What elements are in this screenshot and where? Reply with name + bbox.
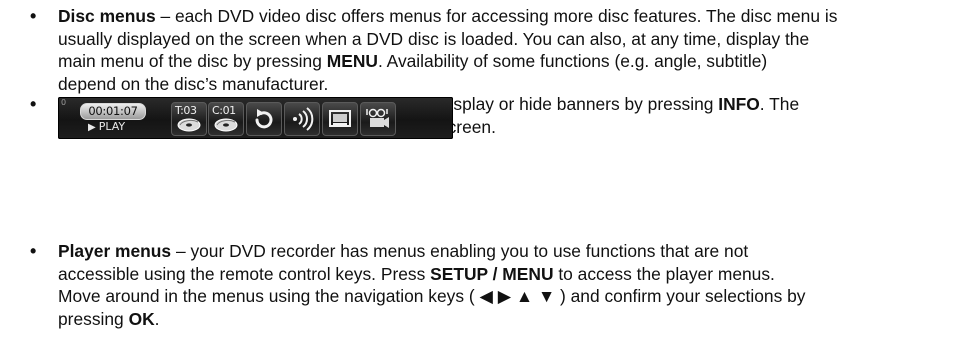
text-line: pressing OK. xyxy=(58,308,948,331)
manual-page: • Disc menus – each DVD video disc offer… xyxy=(0,0,964,351)
text-run: accessible using the remote control keys… xyxy=(58,263,431,284)
play-status: ▶ PLAY xyxy=(88,120,125,133)
text-line: usually displayed on the screen when a D… xyxy=(58,28,948,51)
play-status-label: PLAY xyxy=(98,120,126,133)
text-run: – your DVD recorder has menus enabling y… xyxy=(171,241,749,261)
text-run: . Availability of some functions (e.g. a… xyxy=(377,51,768,71)
bullet-text: Player menus – your DVD recorder has men… xyxy=(58,240,948,330)
text-run: pressing xyxy=(58,308,129,329)
time-display: 00:01:07 ▶ PLAY xyxy=(76,102,169,133)
elapsed-time: 00:01:07 xyxy=(80,103,146,120)
text-line: main menu of the disc by pressing MENU. … xyxy=(58,50,948,73)
text-line: depend on the disc’s manufacturer. xyxy=(58,73,948,96)
text-run: to access the player menus. xyxy=(553,263,775,284)
text-line: Move around in the menus using the navig… xyxy=(58,285,948,308)
bold-run: Disc menus xyxy=(58,6,156,26)
bold-run: MENU xyxy=(326,51,378,71)
chapter-disc-icon: C:01 xyxy=(208,102,244,136)
text-run: usually displayed on the screen when a D… xyxy=(58,28,810,49)
text-line: accessible using the remote control keys… xyxy=(58,263,948,286)
repeat-icon xyxy=(246,102,282,136)
bullet-text: Disc menus – each DVD video disc offers … xyxy=(58,5,948,95)
bold-run: SETUP / MENU xyxy=(430,263,554,284)
audio-icon xyxy=(284,102,320,136)
bullet-dot: • xyxy=(30,241,37,261)
text-run: . The xyxy=(759,94,800,114)
text-run: main menu of the disc by pressing xyxy=(58,51,327,71)
banner-corner-mark: 0 xyxy=(61,98,67,107)
text-run: depend on the disc’s manufacturer. xyxy=(58,73,329,94)
text-run: . xyxy=(154,308,160,329)
text-run: Move around in the menus using the navig… xyxy=(58,286,806,306)
title-disc-icon: T:03 xyxy=(171,102,207,136)
player-banner: 0 00:01:07 ▶ PLAY T:03 C:01 xyxy=(58,97,453,139)
angle-icon xyxy=(360,102,396,136)
text-line: Disc menus – each DVD video disc offers … xyxy=(58,5,948,28)
bold-run: INFO xyxy=(718,94,760,114)
bold-run: OK xyxy=(128,308,155,329)
play-icon: ▶ xyxy=(88,122,96,133)
text-line: Player menus – your DVD recorder has men… xyxy=(58,240,948,263)
text-run: – each DVD video disc offers menus for a… xyxy=(155,6,838,26)
bullet-dot: • xyxy=(30,94,37,114)
bold-run: Player menus xyxy=(58,241,172,261)
subtitle-icon xyxy=(322,102,358,136)
bullet-dot: • xyxy=(30,6,37,26)
